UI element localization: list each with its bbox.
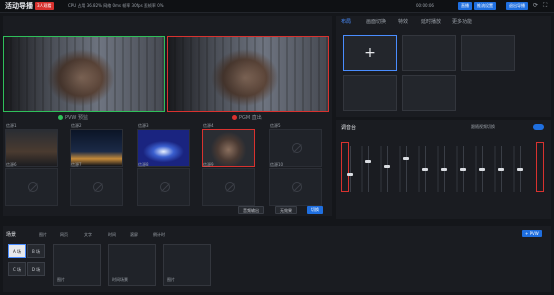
live-time: 00:00:06 xyxy=(416,3,434,8)
pgm-dot-icon xyxy=(232,115,237,120)
live-button[interactable]: 直播 xyxy=(458,2,472,10)
source-6[interactable]: 信源6 xyxy=(5,162,58,206)
master-meter xyxy=(341,142,349,192)
program-monitor[interactable] xyxy=(167,36,329,112)
channel-8-meter xyxy=(475,146,477,192)
empty-source-icon xyxy=(292,182,302,192)
channel-1-fader[interactable] xyxy=(350,146,351,192)
transition-select[interactable]: 无效果 xyxy=(275,206,297,214)
follow-video-label: 跟随视频切换 xyxy=(471,124,495,129)
source-4-label: 信源4 xyxy=(203,123,214,128)
source-9[interactable]: 信源9 xyxy=(202,162,255,206)
tool-web[interactable]: 网页 xyxy=(60,232,68,238)
stream-settings-button[interactable]: 推流设置 xyxy=(474,2,496,10)
scene-c-button[interactable]: C 场 xyxy=(8,262,26,276)
channel-7-knob[interactable] xyxy=(460,168,466,171)
source-2-label: 信源2 xyxy=(71,123,82,128)
scene-item-1[interactable]: 图片 xyxy=(53,244,101,286)
channel-9-knob[interactable] xyxy=(498,168,504,171)
channel-7-meter xyxy=(456,146,458,192)
exit-button[interactable]: 退出导播 xyxy=(506,2,528,10)
channel-2-meter xyxy=(361,146,363,192)
tab-delay[interactable]: 延时播放 xyxy=(421,18,441,25)
channel-6-meter xyxy=(437,146,439,192)
channel-10-knob[interactable] xyxy=(517,168,523,171)
viewer-badge: 3人观看 xyxy=(35,2,54,10)
layout-2[interactable] xyxy=(402,35,456,71)
channel-4-meter xyxy=(399,146,401,192)
source-1-label: 信源1 xyxy=(6,123,17,128)
scene-item-2[interactable]: 时间场景 xyxy=(108,244,156,286)
audio-output-select[interactable]: 音频输出 xyxy=(238,206,264,214)
tab-switch[interactable]: 画面切换 xyxy=(366,18,386,25)
follow-video-toggle[interactable] xyxy=(533,124,544,130)
channel-4-fader[interactable] xyxy=(406,146,407,192)
add-to-pvw-button[interactable]: + PVW xyxy=(522,230,542,237)
app-title: 活动导播 xyxy=(5,2,33,10)
source-10[interactable]: 信源10 xyxy=(269,162,322,206)
empty-source-icon xyxy=(93,182,103,192)
channel-1-knob[interactable] xyxy=(347,173,353,176)
preview-label: PVW 预监 xyxy=(58,114,88,121)
preview-monitor[interactable] xyxy=(3,36,165,112)
channel-3-knob[interactable] xyxy=(384,165,390,168)
scene-item-2-label: 时间场景 xyxy=(112,277,128,282)
scene-item-3-label: 图片 xyxy=(167,277,175,282)
channel-5-meter xyxy=(418,146,420,192)
layout-3[interactable] xyxy=(461,35,515,71)
channel-8-knob[interactable] xyxy=(479,168,485,171)
tool-marquee[interactable]: 滚屏 xyxy=(130,232,138,238)
tool-text[interactable]: 文字 xyxy=(84,232,92,238)
source-7-label: 信源7 xyxy=(71,162,82,167)
scene-item-3[interactable]: 图片 xyxy=(163,244,211,286)
source-9-label: 信源9 xyxy=(203,162,214,167)
source-7[interactable]: 信源7 xyxy=(70,162,123,206)
program-label: PGM 直出 xyxy=(232,114,262,121)
tab-effects[interactable]: 特效 xyxy=(398,18,408,25)
layout-5[interactable] xyxy=(402,75,456,111)
tab-layout[interactable]: 布局 xyxy=(341,18,351,25)
mixer-title: 调音台 xyxy=(341,125,357,131)
cut-button[interactable]: 切换 xyxy=(307,206,323,214)
output-meter xyxy=(536,142,544,192)
source-6-label: 信源6 xyxy=(6,162,17,167)
empty-source-icon xyxy=(225,182,235,192)
tool-image[interactable]: 图片 xyxy=(39,232,47,238)
empty-source-icon xyxy=(160,182,170,192)
add-layout-button[interactable]: + xyxy=(343,35,397,71)
empty-source-icon xyxy=(28,182,38,192)
source-5-label: 信源5 xyxy=(270,123,281,128)
channel-10-meter xyxy=(513,146,515,192)
scene-d-button[interactable]: D 场 xyxy=(27,262,45,276)
channel-3-meter xyxy=(380,146,382,192)
source-3-label: 信源3 xyxy=(138,123,149,128)
source-10-label: 信源10 xyxy=(270,162,284,167)
source-8-label: 信源8 xyxy=(138,162,149,167)
channel-2-fader[interactable] xyxy=(368,146,369,192)
channel-3-fader[interactable] xyxy=(387,146,388,192)
channel-2-knob[interactable] xyxy=(365,160,371,163)
channel-9-meter xyxy=(494,146,496,192)
channel-5-knob[interactable] xyxy=(422,168,428,171)
empty-source-icon xyxy=(292,143,302,153)
scene-a-button[interactable]: A 场 xyxy=(8,244,26,258)
scene-b-button[interactable]: B 场 xyxy=(27,244,45,258)
source-8[interactable]: 信源8 xyxy=(137,162,190,206)
system-stats: CPU 占用 36.82% 网络 0ms 帧率 30fps 丢帧率 0% xyxy=(68,3,164,8)
tab-more[interactable]: 更多功能 xyxy=(452,18,472,25)
scene-item-1-label: 图片 xyxy=(57,277,65,282)
scene-title: 场景 xyxy=(6,232,17,238)
pvw-dot-icon xyxy=(58,115,63,120)
expand-icon[interactable]: ⛶ xyxy=(543,3,549,9)
tool-countdown[interactable]: 倒计时 xyxy=(153,232,165,238)
layout-4[interactable] xyxy=(343,75,397,111)
channel-6-knob[interactable] xyxy=(441,168,447,171)
tool-time[interactable]: 时间 xyxy=(108,232,116,238)
refresh-icon[interactable]: ⟳ xyxy=(533,3,539,9)
channel-4-knob[interactable] xyxy=(403,157,409,160)
